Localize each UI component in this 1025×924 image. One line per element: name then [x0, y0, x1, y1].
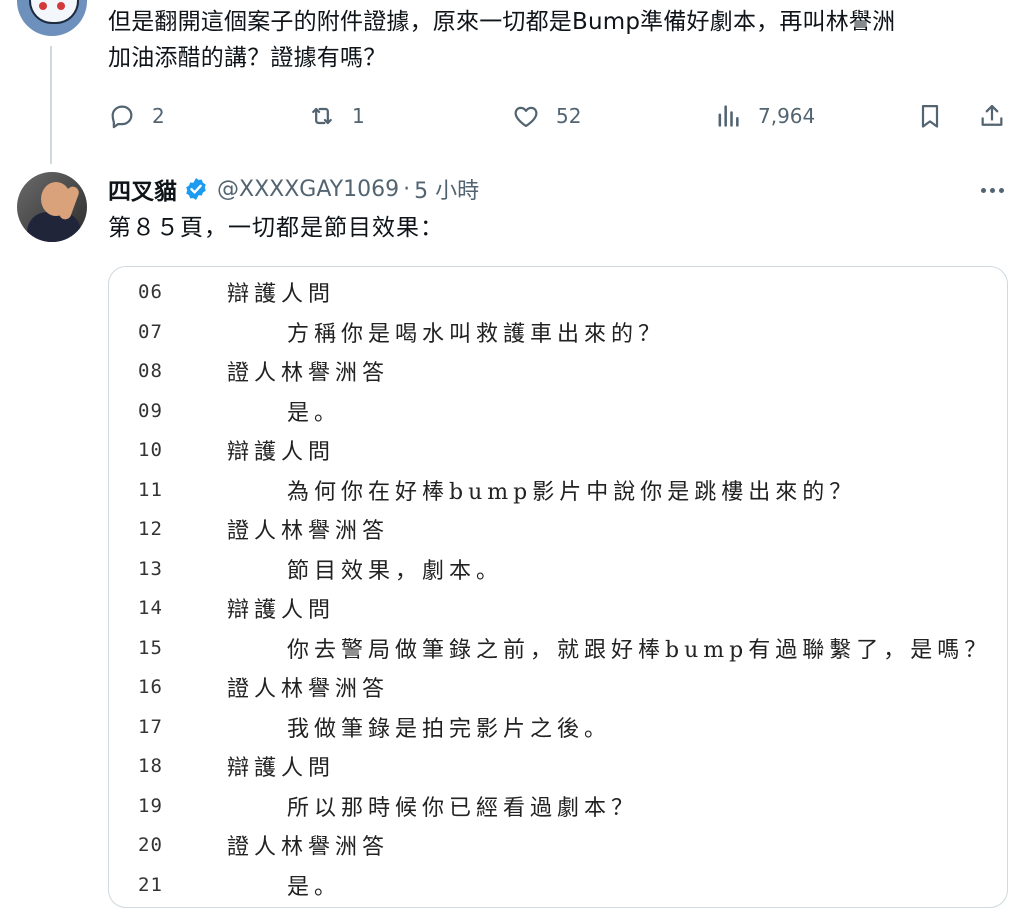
- retweet-count: 1: [352, 104, 365, 128]
- more-icon-dot: [989, 187, 995, 193]
- transcript-line-number: 15: [138, 636, 163, 659]
- more-options-button[interactable]: [972, 176, 1012, 204]
- header-separator: ·: [403, 176, 411, 202]
- author-display-name[interactable]: 四叉貓: [108, 172, 177, 206]
- transcript-line-number: 19: [138, 794, 163, 817]
- transcript-answer: 為何你在好棒bump影片中說你是跳樓出來的？: [287, 479, 857, 505]
- transcript-line: 11 為何你在好棒bump影片中說你是跳樓出來的？: [109, 475, 1007, 505]
- share-icon: [981, 104, 1003, 126]
- like-count: 52: [556, 104, 582, 128]
- transcript-line: 14 辯護人問: [109, 593, 1007, 623]
- prev-tweet-action-bar: 2 1 52 7,964: [108, 96, 1013, 136]
- retweet-icon: [312, 107, 332, 125]
- reply-count: 2: [152, 104, 165, 128]
- transcript-line-number: 18: [138, 755, 163, 777]
- author-handle[interactable]: @XXXXGAY1069: [217, 177, 399, 202]
- more-icon: [980, 187, 986, 193]
- tweet-media-image[interactable]: 06 辯護人問 07 方稱你是喝水叫救護車出來的？ 08 證人林譽洲答 09 是。 10 辯護人問…: [108, 266, 1008, 908]
- transcript-line-number: 09: [138, 399, 163, 422]
- tweet-timestamp[interactable]: 5 小時: [414, 173, 479, 205]
- transcript-speaker: 證人林譽洲答: [227, 519, 390, 544]
- transcript-line: 15 你去警局做筆錄之前，就跟好棒bump有過聯繫了，是嗎？: [109, 633, 1007, 663]
- transcript-line: 07 方稱你是喝水叫救護車出來的？: [109, 317, 1007, 347]
- transcript-line-number: 17: [138, 715, 163, 738]
- tweet-text: 第８５頁，一切都是節目效果：: [108, 215, 444, 241]
- transcript-line: 16 證人林譽洲答: [109, 672, 1007, 702]
- transcript-line-number: 07: [138, 320, 163, 343]
- transcript-line-number: 20: [138, 834, 163, 856]
- prev-author-avatar[interactable]: [17, 0, 87, 36]
- like-button[interactable]: 52: [512, 96, 581, 136]
- transcript-line-number: 13: [138, 557, 163, 580]
- transcript-speaker: 證人林譽洲答: [227, 361, 390, 386]
- transcript-answer: 我做筆錄是拍完影片之後。: [287, 716, 612, 742]
- avatar-face-shape: [29, 0, 79, 24]
- transcript-answer: 節目效果，劇本。: [287, 558, 504, 584]
- transcript-speaker: 辯護人問: [227, 282, 336, 307]
- transcript-line-number: 21: [138, 873, 163, 896]
- avatar-eye-right: [57, 2, 65, 10]
- transcript-line-number: 14: [138, 597, 163, 619]
- tweet-header: 四叉貓 @XXXXGAY1069 · 5 小時: [108, 172, 479, 206]
- transcript-speaker: 證人林譽洲答: [227, 835, 390, 860]
- transcript-line-number: 12: [138, 518, 163, 540]
- heart-icon: [514, 106, 538, 128]
- transcript-line: 19 所以那時候你已經看過劇本？: [109, 791, 1007, 821]
- transcript-line: 06 辯護人問: [109, 277, 1007, 307]
- retweet-button[interactable]: 1: [308, 96, 365, 136]
- transcript-line: 10 辯護人問: [109, 435, 1007, 465]
- transcript-speaker: 證人林譽洲答: [227, 677, 390, 702]
- transcript-line: 18 辯護人問: [109, 751, 1007, 781]
- transcript-line: 09 是。: [109, 396, 1007, 426]
- transcript-line: 21 是。: [109, 870, 1007, 900]
- transcript-speaker: 辯護人問: [227, 598, 336, 623]
- views-icon: [718, 105, 739, 127]
- transcript-line: 17 我做筆錄是拍完影片之後。: [109, 712, 1007, 742]
- views-count: 7,964: [758, 104, 816, 128]
- avatar-eye-left: [39, 2, 47, 10]
- transcript-answer: 所以那時候你已經看過劇本？: [287, 795, 639, 821]
- prev-tweet-text: 但是翻開這個案子的附件證據，原來一切都是Bump準備好劇本，再叫林譽洲 加油添醋…: [108, 4, 1008, 76]
- transcript-line: 12 證人林譽洲答: [109, 514, 1007, 544]
- transcript-line-number: 16: [138, 676, 163, 698]
- transcript-line: 13 節目效果，劇本。: [109, 554, 1007, 584]
- transcript-answer: 是。: [287, 400, 342, 426]
- transcript-line-number: 08: [138, 360, 163, 382]
- transcript-speaker: 辯護人問: [227, 440, 336, 465]
- more-icon-dot: [998, 187, 1004, 193]
- bookmark-icon: [921, 104, 939, 128]
- bookmark-button[interactable]: [916, 96, 944, 136]
- transcript-speaker: 辯護人問: [227, 756, 336, 781]
- views-button[interactable]: 7,964: [714, 96, 815, 136]
- transcript-answer: 你去警局做筆錄之前，就跟好棒bump有過聯繫了，是嗎？: [287, 637, 992, 663]
- prev-tweet-text-line-2: 加油添醋的講？證據有嗎？: [108, 45, 387, 71]
- thread-connector-line: [50, 46, 52, 164]
- transcript-line-number: 11: [138, 478, 163, 501]
- transcript-line: 08 證人林譽洲答: [109, 356, 1007, 386]
- reply-button[interactable]: 2: [108, 96, 165, 136]
- transcript-line-number: 06: [138, 281, 163, 303]
- transcript-answer: 方稱你是喝水叫救護車出來的？: [287, 321, 666, 347]
- verified-badge-icon: [186, 177, 206, 201]
- reply-icon: [111, 105, 133, 129]
- author-avatar[interactable]: [17, 172, 87, 242]
- transcript-answer: 是。: [287, 874, 342, 900]
- transcript-line-number: 10: [138, 439, 163, 461]
- prev-tweet-text-line-1: 但是翻開這個案子的附件證據，原來一切都是Bump準備好劇本，再叫林譽洲: [108, 9, 896, 35]
- avatar-body-shape: [27, 212, 81, 242]
- share-button[interactable]: [978, 96, 1006, 136]
- transcript-line: 20 證人林譽洲答: [109, 830, 1007, 860]
